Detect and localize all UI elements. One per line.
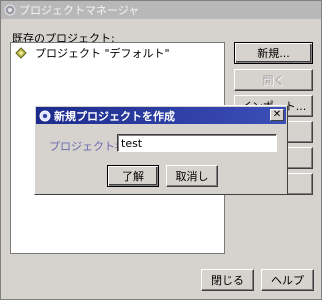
window-titlebar: プロジェクトマネージャ: [1, 1, 321, 19]
dialog-titlebar: 新規プロジェクトを作成 ✕: [36, 107, 286, 124]
close-button[interactable]: 閉じる: [201, 269, 254, 291]
dialog-app-icon: [39, 110, 51, 121]
ok-button[interactable]: 了解: [107, 165, 159, 187]
window-title: プロジェクトマネージャ: [19, 4, 140, 17]
new-button[interactable]: 新規...: [234, 42, 313, 64]
close-icon[interactable]: ✕: [270, 109, 284, 121]
cancel-button[interactable]: 取消し: [166, 165, 218, 187]
help-button[interactable]: ヘルプ: [261, 269, 314, 291]
project-name: プロジェクト "デフォルト": [35, 47, 170, 60]
new-project-dialog: 新規プロジェクトを作成 ✕ プロジェクト名: 了解 取消し: [34, 105, 288, 195]
project-manager-window: プロジェクトマネージャ 既存のプロジェクト: プロジェクト "デフォルト" 新規…: [0, 0, 322, 300]
app-icon: [4, 4, 16, 16]
open-button[interactable]: 開く: [234, 69, 313, 91]
list-item[interactable]: プロジェクト "デフォルト": [15, 45, 170, 61]
dialog-title: 新規プロジェクトを作成: [54, 109, 175, 123]
project-name-input[interactable]: [117, 134, 277, 152]
project-diamond-icon: [15, 47, 27, 59]
